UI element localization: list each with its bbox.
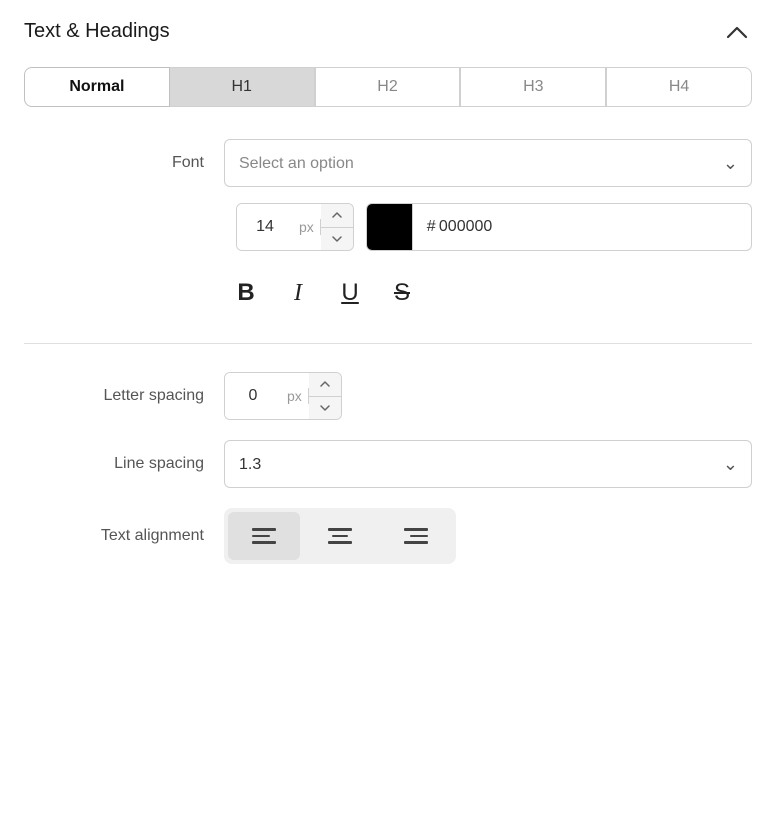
- line-spacing-row: Line spacing 1.3 1.0 1.5 2.0 ⌄: [24, 440, 752, 488]
- text-alignment-label: Text alignment: [24, 527, 224, 545]
- letter-spacing-stepper: [309, 373, 341, 419]
- chevron-up-icon: [726, 25, 748, 39]
- letter-spacing-label: Letter spacing: [24, 387, 224, 405]
- alignment-button-group: [224, 508, 456, 564]
- letter-spacing-decrement-button[interactable]: [309, 397, 341, 420]
- panel: Text & Headings Normal H1 H2 H3 H4 Font …: [0, 0, 776, 818]
- font-size-decrement-button[interactable]: [321, 228, 353, 251]
- panel-title: Text & Headings: [24, 20, 170, 43]
- letter-spacing-row: Letter spacing px: [24, 372, 752, 420]
- align-left-button[interactable]: [228, 512, 300, 560]
- letter-spacing-unit: px: [281, 388, 309, 404]
- size-color-row: px # 000000: [24, 203, 752, 251]
- tab-h4[interactable]: H4: [606, 67, 752, 107]
- chevron-up-small-icon: [332, 212, 342, 218]
- font-color-input-group: # 000000: [366, 203, 752, 251]
- underline-button[interactable]: U: [328, 271, 372, 315]
- chevron-down-small-icon: [332, 236, 342, 242]
- color-hex-value: # 000000: [413, 218, 751, 236]
- tab-h2[interactable]: H2: [315, 67, 461, 107]
- strikethrough-button[interactable]: S: [380, 271, 424, 315]
- font-label: Font: [24, 154, 224, 172]
- font-select[interactable]: Select an option: [224, 139, 752, 187]
- align-left-icon: [252, 528, 276, 544]
- tabs-row: Normal H1 H2 H3 H4: [24, 67, 752, 107]
- chevron-up-small-icon: [320, 381, 330, 387]
- tab-h3[interactable]: H3: [460, 67, 606, 107]
- letter-spacing-increment-button[interactable]: [309, 373, 341, 397]
- font-row: Font Select an option ⌄: [24, 139, 752, 187]
- text-alignment-row: Text alignment: [24, 508, 752, 564]
- collapse-button[interactable]: [722, 21, 752, 43]
- font-size-increment-button[interactable]: [321, 204, 353, 228]
- line-spacing-select-wrapper: 1.3 1.0 1.5 2.0 ⌄: [224, 440, 752, 488]
- font-size-unit: px: [293, 219, 321, 235]
- line-spacing-select[interactable]: 1.3 1.0 1.5 2.0: [224, 440, 752, 488]
- bold-button[interactable]: B: [224, 271, 268, 315]
- font-select-wrapper: Select an option ⌄: [224, 139, 752, 187]
- text-style-row: B I U S: [24, 271, 752, 315]
- align-right-button[interactable]: [380, 512, 452, 560]
- italic-button[interactable]: I: [276, 271, 320, 315]
- chevron-down-small-icon: [320, 405, 330, 411]
- letter-spacing-input-group: px: [224, 372, 342, 420]
- letter-spacing-input[interactable]: [225, 373, 281, 419]
- font-size-stepper: [321, 204, 353, 250]
- font-size-input-group: px: [236, 203, 354, 251]
- align-center-icon: [328, 528, 352, 544]
- align-right-icon: [404, 528, 428, 544]
- align-center-button[interactable]: [304, 512, 376, 560]
- section-divider: [24, 343, 752, 344]
- tab-normal[interactable]: Normal: [24, 67, 170, 107]
- tab-h1[interactable]: H1: [170, 67, 315, 107]
- line-spacing-label: Line spacing: [24, 455, 224, 473]
- color-swatch[interactable]: [367, 204, 413, 250]
- font-size-input[interactable]: [237, 204, 293, 250]
- panel-header: Text & Headings: [24, 20, 752, 43]
